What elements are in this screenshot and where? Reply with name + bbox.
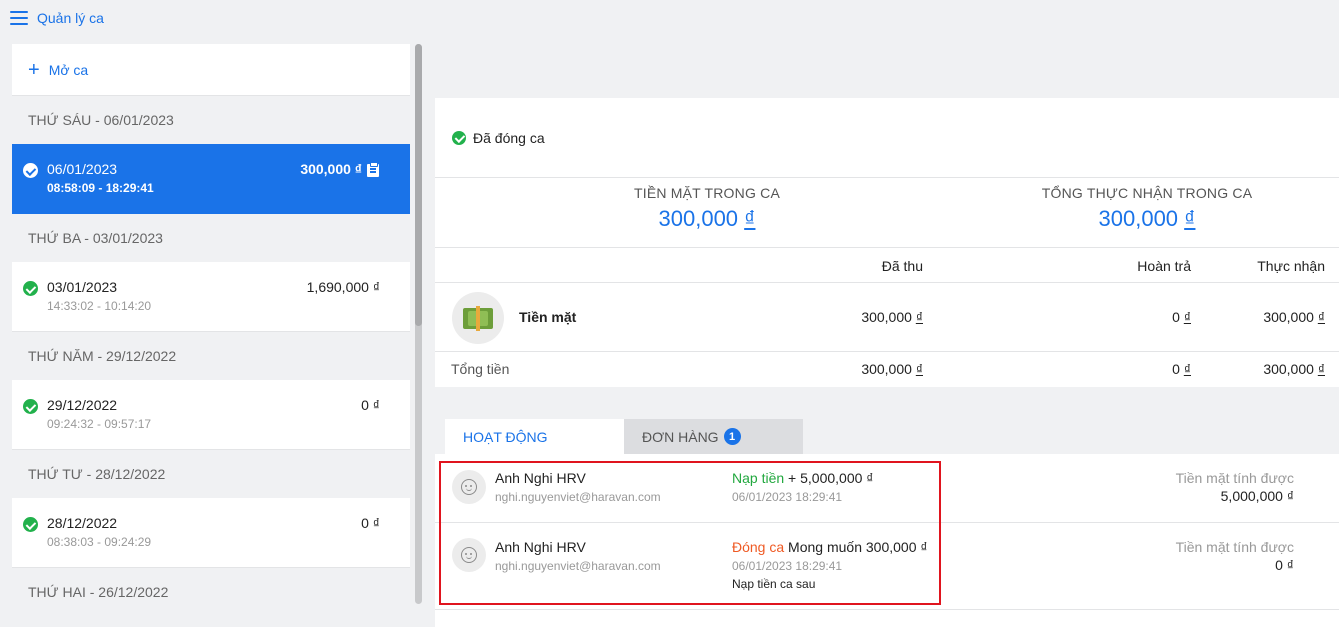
- col-net: Thực nhận: [1257, 258, 1325, 274]
- shift-item[interactable]: 29/12/2022 09:24:32 - 09:57:17 0 ₫: [12, 380, 410, 450]
- user-email: nghi.nguyenviet@haravan.com: [495, 559, 661, 573]
- table-row: Tiền mặt 300,000 ₫ 0 ₫ 300,000 ₫: [435, 283, 1339, 352]
- list-item: Anh Nghi HRV nghi.nguyenviet@haravan.com…: [435, 454, 1339, 523]
- scrollbar-thumb[interactable]: [415, 44, 422, 326]
- shift-time: 08:38:03 - 09:24:29: [47, 535, 152, 549]
- collected-value: 300,000 ₫: [861, 309, 923, 325]
- tab-activity[interactable]: HOẠT ĐỘNG: [445, 419, 624, 454]
- calc-cash-label: Tiền mặt tính được: [1175, 539, 1294, 555]
- calc-cash-label: Tiền mặt tính được: [1175, 470, 1294, 486]
- plus-icon: +: [28, 58, 40, 81]
- payment-table-header: Đã thu Hoàn trả Thực nhận: [435, 248, 1339, 283]
- col-refund: Hoàn trả: [1137, 258, 1191, 274]
- net-received-label: TỔNG THỰC NHẬN TRONG CA: [1041, 185, 1253, 201]
- shift-status: Đã đóng ca: [435, 98, 1339, 178]
- sidebar-scrollbar[interactable]: [415, 44, 422, 604]
- activity-time: 06/01/2023 18:29:41: [732, 490, 843, 504]
- net-received-in-shift: TỔNG THỰC NHẬN TRONG CA 300,000 ₫: [987, 185, 1307, 232]
- col-collected: Đã thu: [881, 258, 923, 274]
- page-title: Quản lý ca: [37, 10, 104, 26]
- total-label: Tổng tiền: [451, 361, 510, 377]
- day-header: THỨ NĂM - 29/12/2022: [28, 348, 177, 364]
- tab-orders[interactable]: ĐƠN HÀNG 1: [624, 419, 803, 454]
- payment-method-name: Tiền mặt: [519, 309, 577, 325]
- total-collected: 300,000 ₫: [861, 361, 923, 377]
- shift-time: 09:24:32 - 09:57:17: [47, 417, 152, 431]
- net-received-value: 300,000 ₫: [1098, 206, 1196, 231]
- tab-activity-label: HOẠT ĐỘNG: [463, 428, 548, 445]
- check-circle-icon: [23, 281, 38, 296]
- user-name: Anh Nghi HRV: [495, 539, 586, 555]
- list-item: Anh Nghi HRV nghi.nguyenviet@haravan.com…: [435, 523, 1339, 610]
- detail-tabs: HOẠT ĐỘNG ĐƠN HÀNG 1: [445, 419, 803, 454]
- shift-amount: 0 ₫: [361, 515, 380, 531]
- shift-date: 28/12/2022: [47, 515, 118, 531]
- check-circle-icon: [23, 163, 38, 178]
- activity-note: Nạp tiền ca sau: [732, 577, 816, 591]
- cash-in-shift: TIỀN MẶT TRONG CA 300,000 ₫: [547, 185, 867, 232]
- check-circle-icon: [23, 517, 38, 532]
- cash-icon: [452, 292, 504, 344]
- activity-time: 06/01/2023 18:29:41: [732, 559, 843, 573]
- shift-item[interactable]: 28/12/2022 08:38:03 - 09:24:29 0 ₫: [12, 498, 410, 568]
- calc-cash-value: 5,000,000 ₫: [1220, 488, 1294, 504]
- day-header: THỨ HAI - 26/12/2022: [28, 584, 169, 600]
- day-header: THỨ SÁU - 06/01/2023: [28, 112, 174, 128]
- clipboard-icon: [367, 162, 379, 177]
- activity-action: Đóng ca Mong muốn 300,000 ₫: [732, 539, 928, 555]
- total-net: 300,000 ₫: [1263, 361, 1325, 377]
- orders-count-badge: 1: [723, 428, 741, 445]
- top-bar: Quản lý ca: [0, 0, 1339, 36]
- refund-value: 0 ₫: [1172, 309, 1191, 325]
- shift-summary: TIỀN MẶT TRONG CA 300,000 ₫ TỔNG THỰC NH…: [435, 178, 1339, 248]
- day-header: THỨ TƯ - 28/12/2022: [28, 466, 166, 482]
- menu-icon[interactable]: [10, 11, 28, 25]
- net-value: 300,000 ₫: [1263, 309, 1325, 325]
- user-email: nghi.nguyenviet@haravan.com: [495, 490, 661, 504]
- check-circle-icon: [452, 130, 466, 145]
- shift-amount: 0 ₫: [361, 397, 380, 413]
- user-name: Anh Nghi HRV: [495, 470, 586, 486]
- shift-item-selected[interactable]: 06/01/2023 08:58:09 - 18:29:41 300,000 ₫: [12, 144, 410, 214]
- activity-list: Anh Nghi HRV nghi.nguyenviet@haravan.com…: [435, 454, 1339, 627]
- shift-item[interactable]: 03/01/2023 14:33:02 - 10:14:20 1,690,000…: [12, 262, 410, 332]
- open-shift-button[interactable]: + Mở ca: [12, 44, 410, 96]
- cash-in-shift-label: TIỀN MẶT TRONG CA: [633, 185, 780, 201]
- shift-sidebar: + Mở ca THỨ SÁU - 06/01/2023 06/01/2023 …: [12, 44, 410, 627]
- user-avatar-icon: [452, 538, 486, 572]
- day-header: THỨ BA - 03/01/2023: [28, 230, 163, 246]
- table-total-row: Tổng tiền 300,000 ₫ 0 ₫ 300,000 ₫: [435, 352, 1339, 387]
- activity-action: Nạp tiền + 5,000,000 ₫: [732, 470, 874, 486]
- open-shift-label: Mở ca: [48, 61, 89, 78]
- calc-cash-value: 0 ₫: [1275, 557, 1294, 573]
- tab-orders-label: ĐƠN HÀNG: [642, 428, 719, 445]
- total-refund: 0 ₫: [1172, 361, 1191, 377]
- user-avatar-icon: [452, 470, 486, 504]
- shift-date: 29/12/2022: [47, 397, 118, 413]
- cash-in-shift-value: 300,000 ₫: [658, 206, 756, 231]
- check-circle-icon: [23, 399, 38, 414]
- shift-amount: 1,690,000 ₫: [306, 279, 380, 295]
- shift-time: 08:58:09 - 18:29:41: [47, 181, 154, 195]
- shift-amount: 300,000 ₫: [300, 161, 362, 177]
- status-text: Đã đóng ca: [473, 129, 545, 146]
- shift-detail-panel: Đã đóng ca TIỀN MẶT TRONG CA 300,000 ₫ T…: [435, 98, 1339, 387]
- shift-time: 14:33:02 - 10:14:20: [47, 299, 152, 313]
